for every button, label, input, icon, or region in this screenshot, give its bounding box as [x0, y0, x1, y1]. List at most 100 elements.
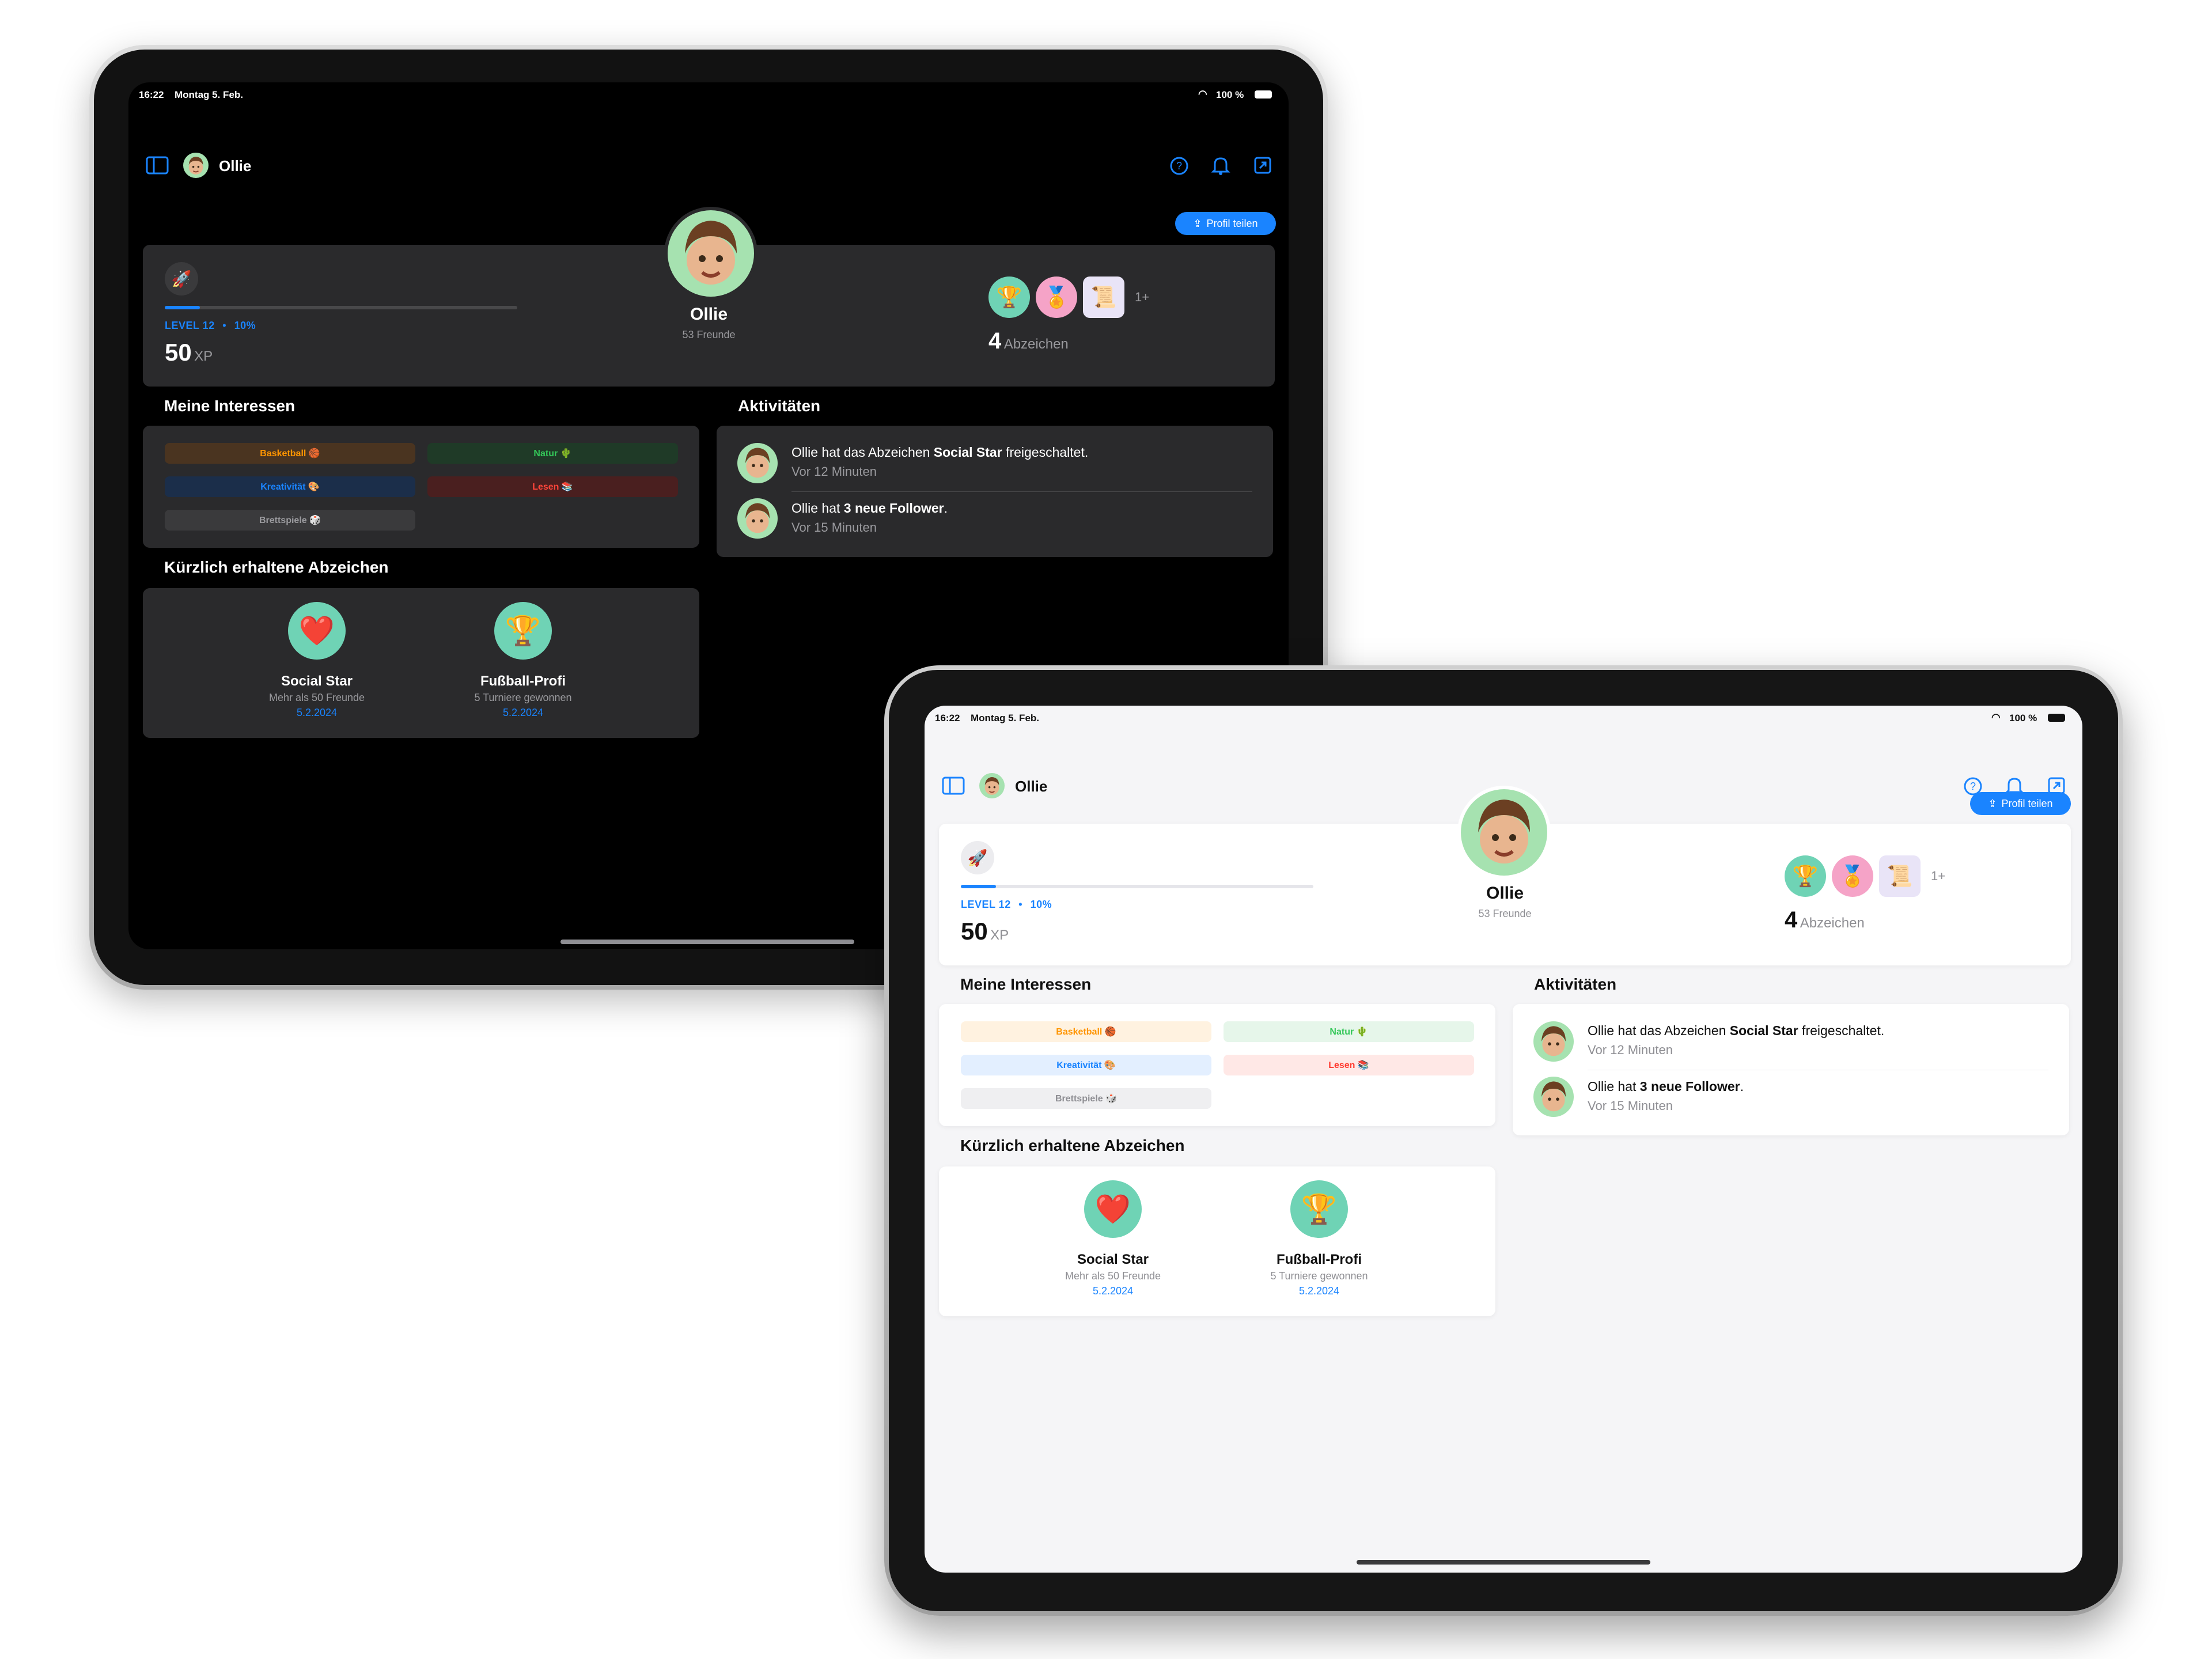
activity-text-end: freigeschaltet.: [1798, 1023, 1885, 1038]
badges-count-line: 4 Abzeichen: [1785, 907, 1865, 933]
nav-avatar[interactable]: [979, 773, 1005, 798]
activities-card: Ollie hat das Abzeichen Social Star frei…: [717, 426, 1273, 557]
activity-row[interactable]: Ollie hat das Abzeichen Social Star frei…: [791, 445, 1088, 460]
nav-avatar[interactable]: [183, 153, 209, 178]
interest-chip-lesen[interactable]: Lesen 📚: [427, 476, 678, 497]
activity-avatar: [1533, 1077, 1574, 1117]
badges-label: Abzeichen: [1800, 915, 1865, 931]
memoji-icon: [984, 777, 999, 795]
battery-icon: [1255, 90, 1272, 99]
interest-label: Basketball 🏀: [260, 449, 320, 459]
badge-desc: Mehr als 50 Freunde: [1065, 1270, 1161, 1282]
memoji-icon: [745, 448, 770, 478]
ipad-light-screen: 16:22 Montag 5. Feb. ◠ 100 % Ollie ? ⇪ P…: [925, 706, 2082, 1573]
badge-name: Fußball-Profi: [1277, 1252, 1362, 1267]
badge-desc: 5 Turniere gewonnen: [1270, 1270, 1368, 1282]
share-profile-label: Profil teilen: [2001, 797, 2053, 809]
badge-name: Social Star: [281, 673, 353, 689]
trophy-icon: 🏆: [988, 276, 1030, 318]
badge-date: 5.2.2024: [296, 707, 338, 718]
medal-icon: 🏅: [1832, 855, 1873, 897]
status-battery-text: 100 %: [1216, 89, 1244, 100]
share-profile-button[interactable]: ⇪ Profil teilen: [1175, 212, 1276, 235]
trophy-icon: 🏆: [1785, 855, 1826, 897]
sidebar-icon[interactable]: [146, 156, 169, 175]
badges-more: 1+: [1135, 290, 1150, 304]
social-star-badge-icon[interactable]: ❤️: [288, 602, 346, 660]
memoji-icon: [188, 157, 203, 175]
activity-highlight: Social Star: [1729, 1023, 1798, 1038]
nav-title: Ollie: [1015, 778, 1048, 795]
interest-chip-brettspiele[interactable]: Brettspiele 🎲: [961, 1088, 1211, 1109]
recent-badges-card: ❤️ Social Star Mehr als 50 Freunde 5.2.2…: [143, 588, 699, 738]
activity-highlight: Social Star: [933, 445, 1002, 460]
badge-date: 5.2.2024: [502, 707, 544, 718]
activity-highlight: 3 neue Follower: [843, 501, 944, 516]
home-indicator: [560, 940, 854, 944]
interest-chip-kreativitaet[interactable]: Kreativität 🎨: [961, 1055, 1211, 1075]
memoji-icon: [1478, 800, 1530, 863]
activity-text: Ollie hat das Abzeichen: [791, 445, 934, 460]
profile-friends: 53 Freunde: [682, 329, 736, 340]
memoji-icon: [745, 503, 770, 533]
activities-title: Aktivitäten: [738, 397, 821, 415]
interest-chip-kreativitaet[interactable]: Kreativität 🎨: [165, 476, 415, 497]
interest-chip-brettspiele[interactable]: Brettspiele 🎲: [165, 510, 415, 531]
profile-avatar[interactable]: [664, 207, 757, 300]
sidebar-icon[interactable]: [942, 777, 965, 795]
memoji-icon: [685, 221, 737, 285]
interest-label: Kreativität 🎨: [260, 482, 320, 492]
certificate-icon: 📜: [1879, 855, 1921, 897]
rocket-icon: 🚀: [961, 841, 994, 874]
activity-text: Ollie hat das Abzeichen: [1588, 1023, 1730, 1038]
share-profile-button[interactable]: ⇪ Profil teilen: [1970, 792, 2071, 815]
badge-desc: 5 Turniere gewonnen: [474, 692, 572, 703]
activity-text-end: freigeschaltet.: [1002, 445, 1089, 460]
home-indicator: [1357, 1560, 1650, 1565]
activity-time: Vor 15 Minuten: [791, 520, 877, 535]
wifi-icon: ◠: [1991, 711, 2001, 723]
profile-avatar[interactable]: [1457, 786, 1551, 879]
activity-row[interactable]: Ollie hat das Abzeichen Social Star frei…: [1588, 1023, 1884, 1039]
interest-label: Lesen 📚: [532, 482, 573, 492]
share-icon: ⇪: [1193, 217, 1202, 229]
svg-text:?: ?: [1176, 160, 1182, 172]
activities-title: Aktivitäten: [1534, 975, 1617, 993]
interests-title: Meine Interessen: [960, 975, 1092, 993]
badge-date: 5.2.2024: [1298, 1285, 1340, 1297]
interest-label: Natur 🌵: [533, 449, 572, 459]
badges-more: 1+: [1931, 869, 1946, 883]
badges-count-line: 4 Abzeichen: [988, 328, 1069, 354]
fussball-profi-badge-icon[interactable]: 🏆: [494, 602, 552, 660]
rocket-icon: 🚀: [165, 262, 198, 296]
ipad-light: 16:22 Montag 5. Feb. ◠ 100 % Ollie ? ⇪ P…: [884, 665, 2123, 1616]
help-icon[interactable]: ?: [1169, 156, 1189, 176]
interest-chip-natur[interactable]: Natur 🌵: [427, 443, 678, 464]
badge-date: 5.2.2024: [1092, 1285, 1134, 1297]
interest-chip-natur[interactable]: Natur 🌵: [1224, 1021, 1474, 1042]
social-star-badge-icon[interactable]: ❤️: [1084, 1180, 1142, 1238]
badge-desc: Mehr als 50 Freunde: [268, 692, 365, 703]
status-date: Montag 5. Feb.: [175, 89, 243, 100]
activity-row[interactable]: Ollie hat 3 neue Follower.: [1588, 1079, 1744, 1094]
bell-icon[interactable]: [1211, 155, 1230, 176]
activity-avatar: [737, 498, 778, 539]
interest-label: Brettspiele 🎲: [1055, 1094, 1118, 1104]
interest-chip-lesen[interactable]: Lesen 📚: [1224, 1055, 1474, 1075]
recent-badges-card: ❤️ Social Star Mehr als 50 Freunde 5.2.2…: [939, 1166, 1495, 1316]
fussball-profi-badge-icon[interactable]: 🏆: [1290, 1180, 1348, 1238]
activity-time: Vor 12 Minuten: [791, 464, 877, 479]
share-out-icon[interactable]: [1253, 156, 1272, 175]
activity-text: Ollie hat: [791, 501, 844, 516]
activity-time: Vor 12 Minuten: [1588, 1043, 1673, 1057]
activities-card: Ollie hat das Abzeichen Social Star frei…: [1513, 1004, 2069, 1135]
activity-row[interactable]: Ollie hat 3 neue Follower.: [791, 501, 948, 516]
status-bar: 16:22 Montag 5. Feb. ◠ 100 %: [128, 82, 1289, 108]
badges-label: Abzeichen: [1003, 336, 1069, 352]
interest-label: Basketball 🏀: [1056, 1027, 1116, 1037]
interest-chip-basketball[interactable]: Basketball 🏀: [961, 1021, 1211, 1042]
activity-avatar: [1533, 1021, 1574, 1062]
interest-chip-basketball[interactable]: Basketball 🏀: [165, 443, 415, 464]
certificate-icon: 📜: [1083, 276, 1124, 318]
badge-name: Social Star: [1077, 1252, 1149, 1267]
